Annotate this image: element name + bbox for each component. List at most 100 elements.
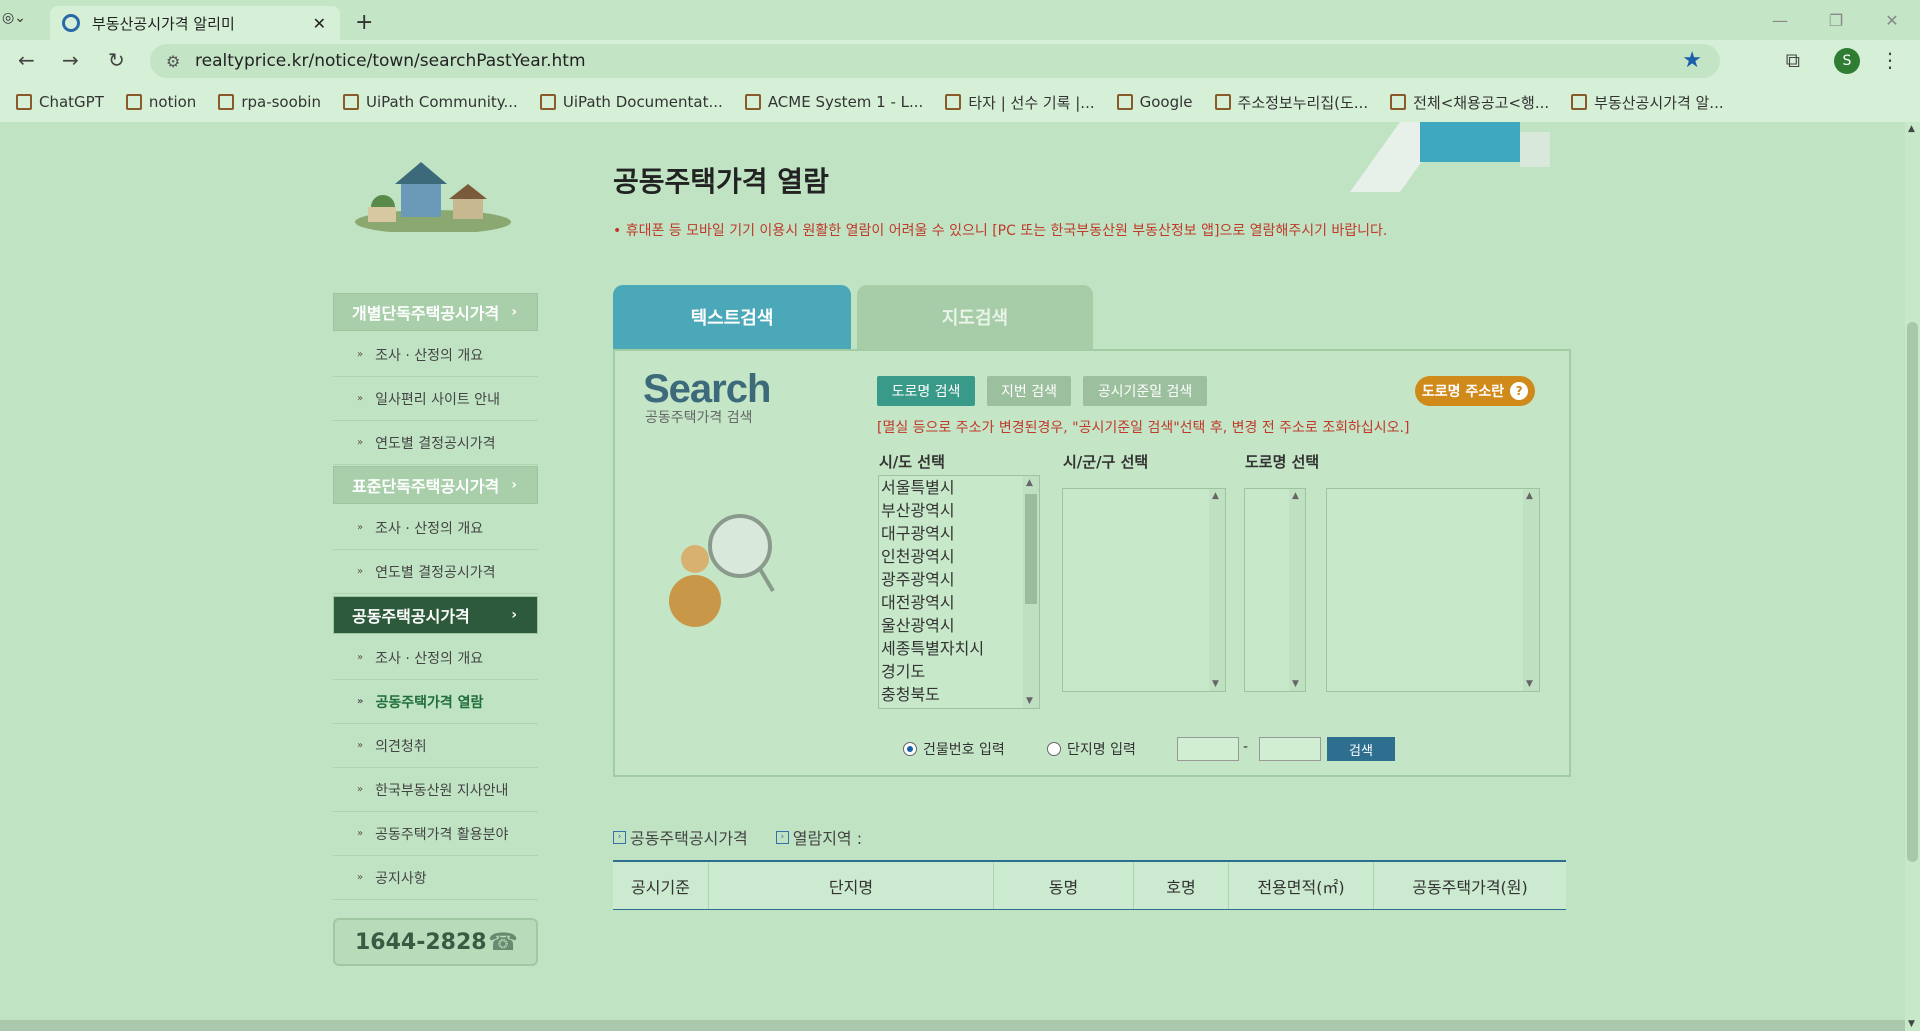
sido-option[interactable]: 서울특별시 — [879, 476, 1039, 499]
sidebar-item[interactable]: » 조사 · 산정의 개요 — [333, 333, 538, 377]
forward-icon[interactable]: → — [62, 48, 79, 72]
reload-icon[interactable]: ↻ — [108, 48, 125, 72]
horizontal-scrollbar[interactable] — [0, 1020, 1905, 1031]
minimize-icon[interactable]: — — [1752, 0, 1808, 40]
complex-name-radio[interactable] — [1047, 742, 1061, 756]
sido-option[interactable]: 대전광역시 — [879, 591, 1039, 614]
sidebar-item[interactable]: » 공동주택가격 열람 — [333, 680, 538, 724]
maximize-icon[interactable]: ❐ — [1808, 0, 1864, 40]
result-legend: › 공동주택공시가격 › 열람지역 : — [613, 825, 890, 849]
scroll-down-icon[interactable]: ▼ — [1212, 679, 1219, 689]
sido-option[interactable]: 인천광역시 — [879, 545, 1039, 568]
sidebar-item[interactable]: » 조사 · 산정의 개요 — [333, 506, 538, 550]
back-icon[interactable]: ← — [18, 48, 35, 72]
scroll-up-icon[interactable]: ▲ — [1212, 491, 1219, 501]
col-unit-name: 호명 — [1134, 862, 1229, 909]
sidebar-group[interactable]: 개별단독주택공시가격 › — [333, 293, 538, 331]
road-address-guide-button[interactable]: 도로명 주소란 ? — [1415, 376, 1535, 406]
baseball-icon — [945, 94, 962, 110]
site-info-icon[interactable]: ⚙ — [166, 52, 180, 71]
scroll-down-icon[interactable]: ▼ — [1908, 1019, 1915, 1029]
scroll-up-icon[interactable]: ▲ — [1908, 124, 1915, 134]
bookmark-item[interactable]: ACME System 1 - L... — [744, 93, 924, 111]
scroll-up-icon[interactable]: ▲ — [1026, 478, 1033, 488]
search-button[interactable]: 검색 — [1327, 737, 1395, 761]
building-number-radio[interactable] — [903, 742, 917, 756]
sidebar-item[interactable]: » 공지사항 — [333, 856, 538, 900]
browser-menu-icon[interactable]: ◎⌄ — [2, 10, 26, 26]
bookmark-item[interactable]: ChatGPT — [16, 93, 104, 111]
sido-option[interactable]: 부산광역시 — [879, 499, 1039, 522]
road-name-scrollbar[interactable]: ▲ ▼ — [1523, 489, 1539, 691]
sidebar-item[interactable]: » 연도별 결정공시가격 — [333, 550, 538, 594]
bookmark-item[interactable]: 전체<채용공고<행... — [1390, 92, 1549, 113]
new-tab-icon[interactable]: + — [355, 10, 373, 35]
phone-icon: ☎ — [488, 928, 518, 956]
sidebar-group[interactable]: 표준단독주택공시가격 › — [333, 466, 538, 504]
tab-map-search[interactable]: 지도검색 — [857, 285, 1093, 349]
sido-scrollbar[interactable]: ▲ ▼ — [1023, 476, 1039, 708]
bookmark-label: notion — [148, 93, 197, 111]
page-title: 공동주택가격 열람 — [613, 165, 829, 198]
github-icon — [218, 94, 235, 110]
search-logo: Search — [643, 367, 771, 411]
sido-option[interactable]: 대구광역시 — [879, 522, 1039, 545]
browser-tab[interactable]: 부동산공시가격 알리미 ✕ — [50, 6, 340, 40]
bookmark-item[interactable]: UiPath Community... — [342, 93, 518, 111]
bookmark-item[interactable]: 주소정보누리집(도... — [1214, 92, 1368, 113]
legend-region-label: 열람지역 : — [792, 829, 863, 848]
sidebar-item[interactable]: » 공동주택가격 활용분야 — [333, 812, 538, 856]
bookmark-item[interactable]: 타자 | 선수 기록 |... — [945, 92, 1095, 113]
sido-listbox[interactable]: 서울특별시 부산광역시 대구광역시 인천광역시 광주광역시 대전광역시 울산광역시 세종특별자… — [878, 475, 1040, 709]
complex-name-radio-row[interactable]: 단지명 입력 — [1047, 739, 1136, 759]
sidebar-item-label: 연도별 결정공시가격 — [375, 435, 496, 452]
extensions-icon[interactable]: ⧉ — [1786, 48, 1800, 72]
sidebar-item[interactable]: » 조사 · 산정의 개요 — [333, 636, 538, 680]
bookmark-item[interactable]: rpa-soobin — [218, 93, 321, 111]
sigungu-listbox[interactable]: ▲ ▼ — [1062, 488, 1226, 692]
sido-option[interactable]: 충청북도 — [879, 683, 1039, 706]
building-number-sub-input[interactable] — [1259, 737, 1321, 761]
sidebar-item[interactable]: » 한국부동산원 지사안내 — [333, 768, 538, 812]
scroll-thumb[interactable] — [1025, 494, 1037, 604]
building-number-radio-label: 건물번호 입력 — [923, 742, 1005, 758]
scroll-up-icon[interactable]: ▲ — [1526, 491, 1533, 501]
sidebar-group[interactable]: 공동주택공시가격 › — [333, 596, 538, 634]
road-name-search-button[interactable]: 도로명 검색 — [877, 376, 975, 406]
url-field[interactable]: ⚙ realtyprice.kr/notice/town/searchPastY… — [150, 44, 1720, 78]
building-number-radio-row[interactable]: 건물번호 입력 — [903, 739, 1005, 759]
lot-number-search-button[interactable]: 지번 검색 — [987, 376, 1071, 406]
scroll-down-icon[interactable]: ▼ — [1292, 679, 1299, 689]
sigungu-scrollbar[interactable]: ▲ ▼ — [1209, 489, 1225, 691]
sido-option[interactable]: 광주광역시 — [879, 568, 1039, 591]
sidebar-item[interactable]: » 의견청취 — [333, 724, 538, 768]
bookmark-item[interactable]: notion — [125, 93, 197, 111]
scroll-down-icon[interactable]: ▼ — [1526, 679, 1533, 689]
road-name-listbox[interactable]: ▲ ▼ — [1326, 488, 1540, 692]
bookmark-star-icon[interactable]: ★ — [1682, 48, 1702, 73]
legend-region: › 열람지역 : — [775, 825, 863, 849]
building-number-main-input[interactable] — [1177, 737, 1239, 761]
road-initial-scrollbar[interactable]: ▲ ▼ — [1289, 489, 1305, 691]
bookmark-item[interactable]: Google — [1116, 93, 1193, 111]
page-scrollbar[interactable]: ▲ ▼ — [1905, 122, 1920, 1031]
close-window-icon[interactable]: ✕ — [1864, 0, 1920, 40]
menu-dots-icon[interactable]: ⋮ — [1880, 48, 1900, 72]
tab-text-search[interactable]: 텍스트검색 — [613, 285, 851, 349]
sido-option[interactable]: 경기도 — [879, 660, 1039, 683]
road-initial-listbox[interactable]: ▲ ▼ — [1244, 488, 1306, 692]
sido-option[interactable]: 세종특별자치시 — [879, 637, 1039, 660]
close-tab-icon[interactable]: ✕ — [313, 14, 326, 33]
scroll-thumb[interactable] — [1907, 322, 1918, 862]
sidebar-item[interactable]: » 일사편리 사이트 안내 — [333, 377, 538, 421]
sido-option[interactable]: 울산광역시 — [879, 614, 1039, 637]
sidebar-item[interactable]: » 연도별 결정공시가격 — [333, 421, 538, 465]
bullet-icon: » — [357, 828, 364, 839]
bookmark-label: ACME System 1 - L... — [767, 93, 924, 111]
notice-date-search-button[interactable]: 공시기준일 검색 — [1083, 376, 1207, 406]
bookmark-item[interactable]: 부동산공시가격 알... — [1571, 92, 1724, 113]
scroll-down-icon[interactable]: ▼ — [1026, 696, 1033, 706]
profile-avatar[interactable]: S — [1834, 48, 1860, 74]
scroll-up-icon[interactable]: ▲ — [1292, 491, 1299, 501]
bookmark-item[interactable]: UiPath Documentat... — [539, 93, 723, 111]
